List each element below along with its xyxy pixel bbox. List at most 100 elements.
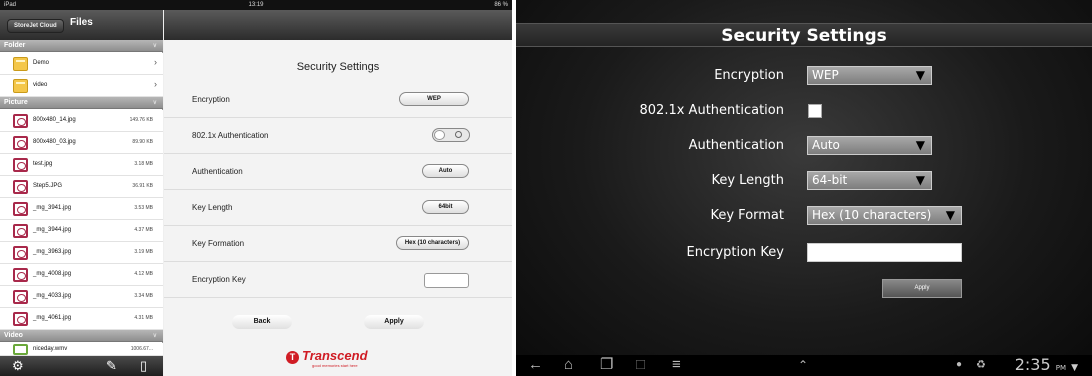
dropdown-arrow-icon: ▼ <box>915 173 925 187</box>
back-icon[interactable]: ← <box>528 356 543 374</box>
android-system-bar: ← ⌂ ❐ □ ≡ ⌃ ● ♻ 2:35 PM ▼ <box>516 355 1092 376</box>
file-row[interactable]: 800x480_03.jpg 89.90 KB <box>0 132 163 154</box>
file-name: 800x480_14.jpg <box>33 117 76 123</box>
security-settings-pane: Security Settings Encryption WEP 802.1x … <box>164 10 512 376</box>
folder-icon <box>13 79 28 93</box>
dropdown-arrow-icon: ▼ <box>915 68 925 82</box>
auth-8021x-label: 802.1x Authentication <box>192 131 269 140</box>
key-length-select[interactable]: 64-bit ▼ <box>807 171 932 190</box>
android-header: Security Settings <box>516 23 1092 47</box>
section-header-folder[interactable]: Folder ∨ <box>0 40 163 52</box>
select-value: Hex (10 characters) <box>812 208 932 222</box>
file-size: 89.90 KB <box>132 139 153 145</box>
gear-icon[interactable]: ⚙ <box>12 358 24 374</box>
file-size: 149.76 KB <box>129 117 153 123</box>
file-row[interactable]: _mg_4061.jpg 4.31 MB <box>0 308 163 330</box>
ipad-screen: iPad 13:19 86 % StoreJet Cloud Files Fol… <box>0 0 512 376</box>
home-icon[interactable]: ⌂ <box>564 356 573 374</box>
folder-name: Demo <box>33 60 50 66</box>
authentication-select[interactable]: Auto <box>422 164 469 178</box>
file-row[interactable]: _mg_4008.jpg 4.12 MB <box>0 264 163 286</box>
authentication-label: Authentication <box>688 138 784 153</box>
key-length-label: Key Length <box>711 173 784 188</box>
dropdown-arrow-icon: ▼ <box>945 208 955 222</box>
device-icon[interactable]: ▯ <box>140 358 147 374</box>
chevron-up-icon[interactable]: ⌃ <box>798 356 808 374</box>
clock-time: 2:35 <box>1014 355 1051 374</box>
file-size: 3.18 MB <box>134 161 153 167</box>
transcend-logo: T Transcend good memories start here <box>286 346 386 370</box>
image-file-icon <box>13 312 28 326</box>
file-size: 3.19 MB <box>134 249 153 255</box>
folder-icon <box>13 57 28 71</box>
folder-row[interactable]: video › <box>0 75 163 97</box>
screenshot-icon[interactable]: □ <box>636 356 645 374</box>
folder-row[interactable]: Demo › <box>0 53 163 75</box>
toggle-knob <box>434 130 445 140</box>
encryption-label: Encryption <box>714 68 784 83</box>
file-name: _mg_3944.jpg <box>33 227 72 233</box>
section-label: Picture <box>4 99 28 106</box>
section-header-video[interactable]: Video ∨ <box>0 330 163 342</box>
file-size: 3.53 MB <box>134 205 153 211</box>
encryption-key-label: Encryption Key <box>192 275 246 284</box>
file-size: 4.12 MB <box>134 271 153 277</box>
file-name: niceday.wmv <box>33 346 68 352</box>
storejet-cloud-button[interactable]: StoreJet Cloud <box>7 19 64 33</box>
dropdown-arrow-icon: ▼ <box>915 138 925 152</box>
file-row[interactable]: Step5.JPG 36.91 KB <box>0 176 163 198</box>
section-header-picture[interactable]: Picture ∨ <box>0 97 163 109</box>
back-button[interactable]: Back <box>232 315 292 329</box>
file-row[interactable]: _mg_3944.jpg 4.37 MB <box>0 220 163 242</box>
image-file-icon <box>13 202 28 216</box>
page-title: Security Settings <box>721 26 887 46</box>
recent-apps-icon[interactable]: ❐ <box>600 356 613 374</box>
system-clock[interactable]: 2:35 PM ▼ <box>1015 356 1078 376</box>
file-row[interactable]: niceday.wmv 1006.67... <box>0 343 163 356</box>
image-file-icon <box>13 246 28 260</box>
file-name: _mg_4008.jpg <box>33 271 72 277</box>
file-name: test.jpg <box>33 161 53 167</box>
encryption-key-label: Encryption Key <box>686 245 785 260</box>
file-name: _mg_3941.jpg <box>33 205 72 211</box>
encryption-select[interactable]: WEP <box>399 92 469 106</box>
auth-8021x-checkbox[interactable] <box>808 104 822 118</box>
key-formation-select[interactable]: Hex (10 characters) <box>396 236 469 250</box>
select-value: WEP <box>812 68 839 82</box>
recycle-icon: ♻ <box>976 359 986 371</box>
apply-button[interactable]: Apply <box>364 315 424 329</box>
clock-ampm: PM <box>1055 364 1066 372</box>
encryption-row: Encryption WEP <box>164 82 512 118</box>
key-format-select[interactable]: Hex (10 characters) ▼ <box>807 206 962 225</box>
menu-icon[interactable]: ≡ <box>672 356 681 374</box>
file-row[interactable]: _mg_4033.jpg 3.34 MB <box>0 286 163 308</box>
image-file-icon <box>13 180 28 194</box>
file-row[interactable]: _mg_3941.jpg 3.53 MB <box>0 198 163 220</box>
signal-icon: ▼ <box>1071 363 1078 373</box>
chevron-right-icon: › <box>154 57 157 67</box>
key-length-select[interactable]: 64bit <box>422 200 469 214</box>
auth-8021x-toggle[interactable] <box>432 128 470 142</box>
file-row[interactable]: test.jpg 3.18 MB <box>0 154 163 176</box>
files-pane: StoreJet Cloud Files Folder ∨ Demo › vide… <box>0 10 163 376</box>
chevron-down-icon: ∨ <box>152 43 157 49</box>
files-navbar: StoreJet Cloud Files <box>0 10 163 40</box>
status-time: 13:19 <box>248 2 264 8</box>
encryption-select[interactable]: WEP ▼ <box>807 66 932 85</box>
encryption-key-input[interactable] <box>807 243 962 262</box>
file-name: _mg_3963.jpg <box>33 249 72 255</box>
key-formation-row: Key Formation Hex (10 characters) <box>164 226 512 262</box>
file-row[interactable]: _mg_3963.jpg 3.19 MB <box>0 242 163 264</box>
authentication-select[interactable]: Auto ▼ <box>807 136 932 155</box>
edit-icon[interactable]: ✎ <box>106 358 117 374</box>
file-row[interactable]: 800x480_14.jpg 149.76 KB <box>0 110 163 132</box>
apply-button[interactable]: Apply <box>882 279 962 298</box>
file-name: _mg_4061.jpg <box>33 315 72 321</box>
encryption-label: Encryption <box>192 95 230 104</box>
transcend-logo-icon: T <box>286 351 299 364</box>
encryption-key-input[interactable] <box>424 273 469 288</box>
file-size: 4.31 MB <box>134 315 153 321</box>
select-value: 64-bit <box>812 173 848 187</box>
files-toolbar: ⚙ ✎ ▯ <box>0 356 163 376</box>
section-label: Video <box>4 332 23 339</box>
